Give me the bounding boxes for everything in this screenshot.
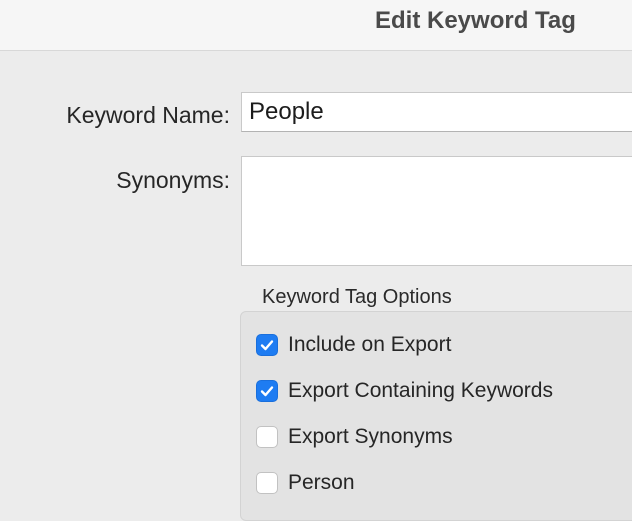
synonyms-input[interactable] <box>241 156 632 266</box>
export-containing-keywords-checkbox[interactable] <box>256 380 278 402</box>
title-bar: Edit Keyword Tag <box>0 0 632 51</box>
export-synonyms-option[interactable]: Export Synonyms <box>256 424 453 450</box>
keyword-name-label: Keyword Name: <box>66 102 230 128</box>
export-containing-keywords-option[interactable]: Export Containing Keywords <box>256 378 553 404</box>
export-containing-keywords-label: Export Containing Keywords <box>288 379 553 402</box>
synonyms-label: Synonyms: <box>116 167 230 193</box>
person-label: Person <box>288 471 355 494</box>
window-title: Edit Keyword Tag <box>375 7 576 34</box>
include-on-export-option[interactable]: Include on Export <box>256 332 451 358</box>
include-on-export-label: Include on Export <box>288 333 452 356</box>
export-synonyms-checkbox[interactable] <box>256 426 278 448</box>
export-synonyms-label: Export Synonyms <box>288 425 453 448</box>
include-on-export-checkbox[interactable] <box>256 334 278 356</box>
keyword-name-input[interactable] <box>241 92 632 132</box>
person-option[interactable]: Person <box>256 470 355 496</box>
keyword-tag-options-title: Keyword Tag Options <box>262 286 452 308</box>
person-checkbox[interactable] <box>256 472 278 494</box>
checkmark-icon <box>260 340 274 351</box>
checkmark-icon <box>260 386 274 397</box>
